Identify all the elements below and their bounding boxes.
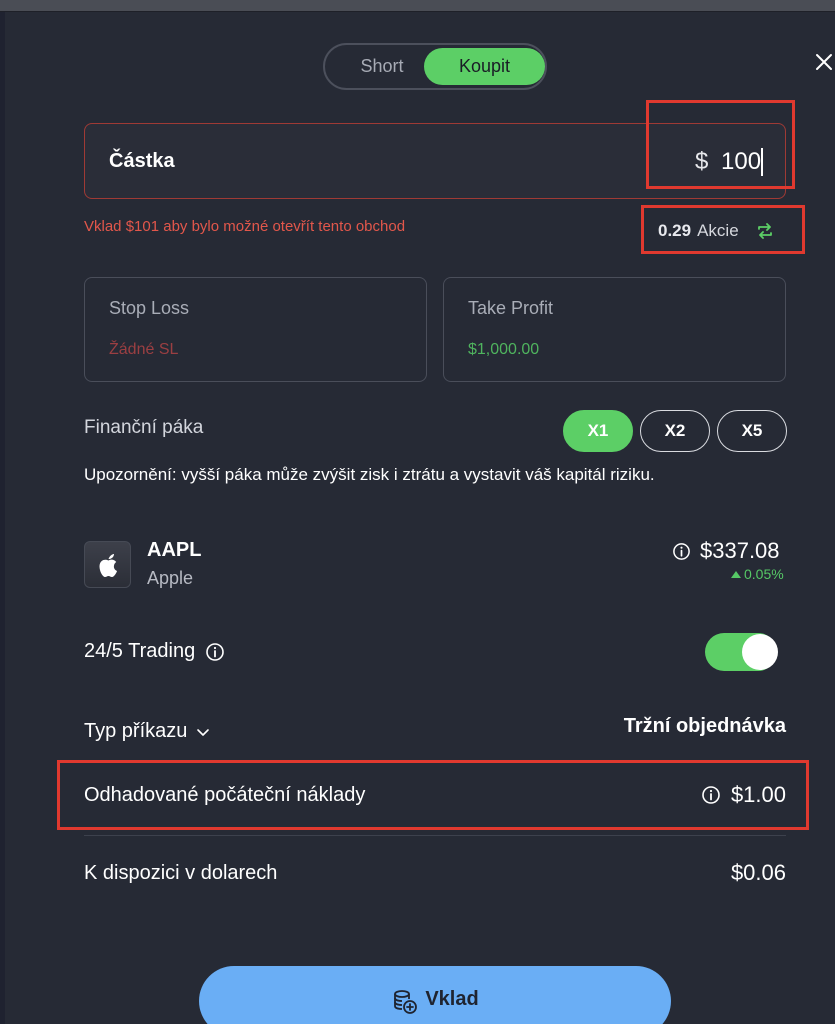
stop-loss-value: Žádné SL xyxy=(109,341,179,358)
instrument-ticker: AAPL xyxy=(147,539,202,561)
buy-tab[interactable]: Koupit xyxy=(424,48,545,85)
highlight-box-cost xyxy=(57,760,809,830)
window-top-bar xyxy=(0,0,835,12)
take-profit-title: Take Profit xyxy=(468,298,554,318)
stop-loss-title: Stop Loss xyxy=(109,298,190,318)
up-arrow-icon xyxy=(731,570,741,578)
instrument-name: Apple xyxy=(147,568,194,588)
order-type-label: Typ příkazu xyxy=(84,720,188,742)
take-profit-card[interactable]: Take Profit $1,000.00 xyxy=(443,277,786,382)
order-type-value: Tržní objednávka xyxy=(623,715,786,737)
amount-label: Částka xyxy=(109,150,175,172)
apple-logo-icon xyxy=(84,541,131,588)
coins-plus-icon xyxy=(394,990,418,1014)
divider xyxy=(84,835,786,836)
window-left-edge xyxy=(0,12,5,1024)
trading-toggle[interactable] xyxy=(705,633,778,671)
leverage-notice: Upozornění: vyšší páka může zvýšit zisk … xyxy=(84,465,655,484)
highlight-box-amount xyxy=(646,100,795,189)
price-change-value: 0.05% xyxy=(744,566,784,582)
leverage-x2-button[interactable]: X2 xyxy=(640,410,710,452)
deposit-label: Vklad xyxy=(425,988,479,1010)
trading-label-row: 24/5 Trading xyxy=(84,640,225,663)
available-value: $0.06 xyxy=(730,860,786,885)
deposit-warning: Vklad $101 aby bylo možné otevřít tento … xyxy=(84,218,406,235)
chevron-down-icon xyxy=(197,728,210,736)
take-profit-value: $1,000.00 xyxy=(468,341,540,358)
leverage-label: Finanční páka xyxy=(84,417,204,438)
close-icon[interactable] xyxy=(812,50,835,74)
deposit-button[interactable]: Vklad xyxy=(199,966,671,1024)
leverage-x1-button[interactable]: X1 xyxy=(563,410,633,452)
instrument-price: $337.08 xyxy=(700,538,780,563)
info-icon[interactable] xyxy=(205,642,225,662)
price-display: $337.08 xyxy=(672,538,780,564)
toggle-knob xyxy=(742,634,778,670)
price-change: 0.05% xyxy=(731,566,784,582)
trading-label: 24/5 Trading xyxy=(84,640,196,662)
stop-loss-card[interactable]: Stop Loss Žádné SL xyxy=(84,277,427,382)
short-tab[interactable]: Short xyxy=(331,48,433,85)
order-type-dropdown[interactable]: Typ příkazu xyxy=(84,720,210,743)
highlight-box-shares xyxy=(641,205,805,254)
leverage-x5-button[interactable]: X5 xyxy=(717,410,787,452)
info-icon[interactable] xyxy=(672,542,691,561)
side-toggle: Short Koupit xyxy=(323,43,547,90)
available-label: K dispozici v dolarech xyxy=(84,862,278,884)
